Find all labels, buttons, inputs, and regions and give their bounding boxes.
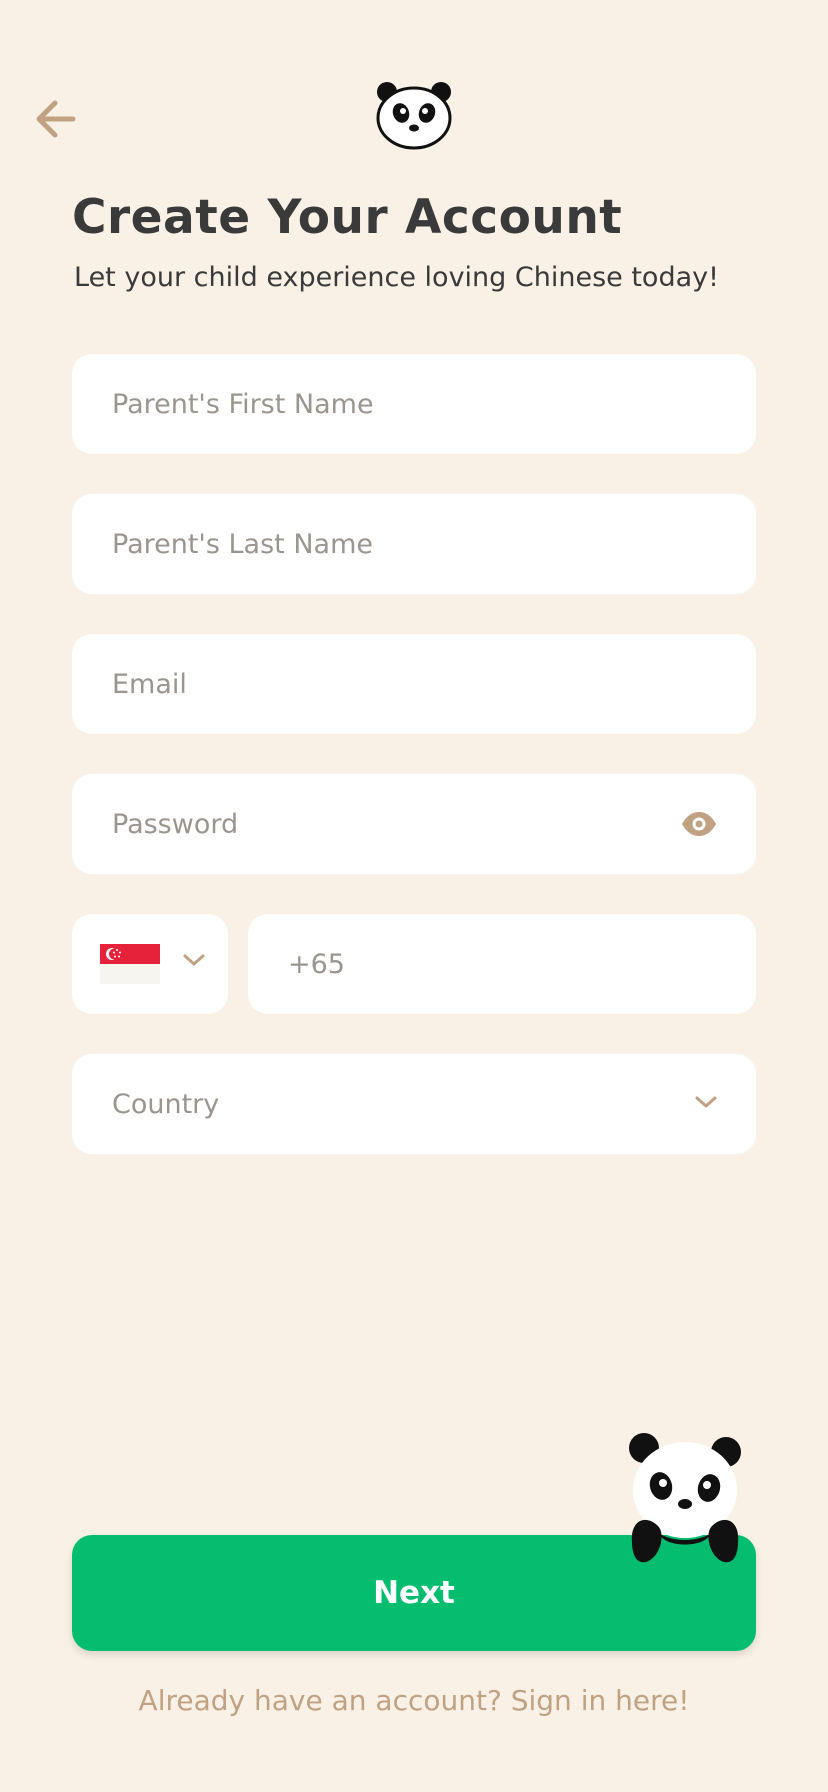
eye-icon <box>682 812 716 836</box>
password-field[interactable] <box>72 774 756 874</box>
panda-face-icon <box>374 80 454 150</box>
chevron-down-icon <box>695 1096 717 1108</box>
chevron-down-icon <box>183 954 205 966</box>
panda-mascot-icon <box>626 1430 744 1566</box>
first-name-field[interactable] <box>72 354 756 454</box>
phone-field[interactable] <box>248 914 756 1014</box>
last-name-input[interactable] <box>72 494 756 594</box>
first-name-input[interactable] <box>72 354 756 454</box>
country-placeholder: Country <box>112 1088 220 1120</box>
singapore-flag-icon <box>100 944 160 984</box>
country-select[interactable]: Country <box>72 1054 756 1154</box>
page-subtitle: Let your child experience loving Chinese… <box>74 262 719 293</box>
last-name-field[interactable] <box>72 494 756 594</box>
sign-in-link[interactable]: Already have an account? Sign in here! <box>0 1684 828 1717</box>
password-input[interactable] <box>72 774 756 874</box>
country-code-selector[interactable] <box>72 914 228 1014</box>
show-password-button[interactable] <box>680 808 718 840</box>
arrow-left-icon <box>36 100 76 138</box>
phone-input[interactable] <box>248 914 756 1014</box>
back-button[interactable] <box>30 94 80 144</box>
email-input[interactable] <box>72 634 756 734</box>
page-title: Create Your Account <box>72 190 623 245</box>
email-field[interactable] <box>72 634 756 734</box>
